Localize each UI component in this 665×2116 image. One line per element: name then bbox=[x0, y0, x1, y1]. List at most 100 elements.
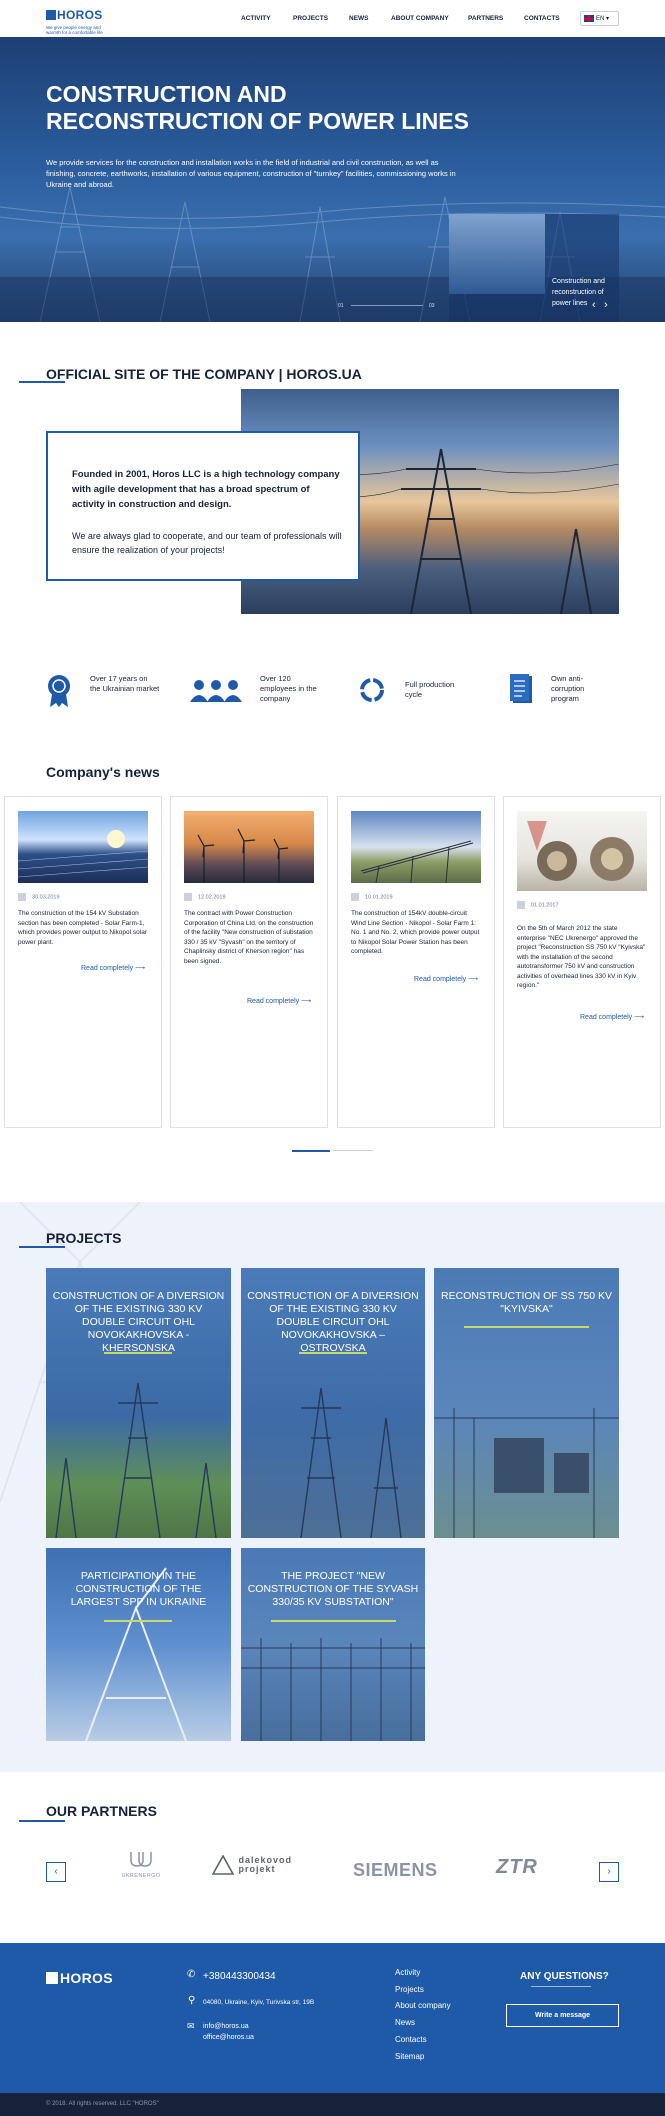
questions-heading: ANY QUESTIONS? bbox=[520, 1971, 609, 1982]
project-title: THE PROJECT "NEW CONSTRUCTION OF THE SYV… bbox=[247, 1570, 419, 1608]
project-tile[interactable]: RECONSTRUCTION OF SS 750 KV "KYIVSKA" bbox=[434, 1268, 619, 1538]
hero-description: We provide services for the construction… bbox=[46, 158, 456, 189]
about-bold-text: Founded in 2001, Horos LLC is a high tec… bbox=[72, 469, 340, 510]
about-title: OFFICIAL SITE OF THE COMPANY | HOROS.UA bbox=[46, 366, 362, 382]
news-image bbox=[351, 811, 481, 883]
news-text: The construction of 154kV double-circuit… bbox=[351, 910, 480, 955]
write-message-button[interactable]: Write a message bbox=[506, 2004, 619, 2027]
project-title: CONSTRUCTION OF A DIVERSION OF THE EXIST… bbox=[52, 1290, 225, 1354]
location-pin-icon: ⚲ bbox=[188, 1995, 196, 2006]
footer-link-activity[interactable]: Activity bbox=[395, 1968, 420, 1977]
copyright-bar: © 2018. All rights reserved. LLC "HOROS" bbox=[0, 2093, 665, 2116]
footer-phone[interactable]: +380443300434 bbox=[203, 1971, 276, 1982]
read-more-link[interactable]: Read completely ⟶ bbox=[247, 997, 311, 1005]
partner-siemens[interactable]: SIEMENS bbox=[353, 1860, 438, 1881]
logo-mark-icon bbox=[46, 1971, 58, 1984]
project-title: RECONSTRUCTION OF SS 750 KV "KYIVSKA" bbox=[441, 1290, 612, 1315]
arrow-right-icon: ⟶ bbox=[301, 998, 312, 1005]
arrow-right-icon: ⟶ bbox=[135, 965, 146, 972]
news-text: The contract with Power Construction Cor… bbox=[184, 910, 314, 965]
nav-news[interactable]: NEWS bbox=[349, 15, 369, 22]
read-more-link[interactable]: Read completely ⟶ bbox=[580, 1013, 644, 1021]
footer-email-office[interactable]: office@horos.ua bbox=[203, 2034, 254, 2041]
feature-anticorruption: Own anti-corruption program bbox=[551, 674, 585, 703]
chevron-left-icon: ‹ bbox=[54, 1866, 58, 1877]
nav-activity[interactable]: ACTIVITY bbox=[241, 15, 271, 22]
news-text: The construction of the 154 kV Substatio… bbox=[18, 910, 147, 946]
project-tile[interactable]: CONSTRUCTION OF A DIVERSION OF THE EXIST… bbox=[241, 1268, 425, 1538]
news-card[interactable]: 10.01.2019 The construction of 154kV dou… bbox=[337, 796, 495, 1128]
medal-icon bbox=[48, 675, 70, 707]
dalekovod-logo-icon bbox=[211, 1854, 235, 1875]
project-underline bbox=[299, 1352, 367, 1354]
footer-link-projects[interactable]: Projects bbox=[395, 1985, 424, 1994]
nav-about-company[interactable]: ABOUT COMPANY bbox=[391, 15, 449, 22]
team-icon bbox=[190, 680, 242, 702]
logo-mark-icon bbox=[46, 9, 56, 20]
project-title: PARTICIPATION IN THE CONSTRUCTION OF THE… bbox=[70, 1570, 207, 1608]
news-date: 01.01.2017 bbox=[517, 901, 559, 909]
chevron-down-icon: ▾ bbox=[606, 16, 610, 23]
logo[interactable]: HOROS We give people energy and warmth f… bbox=[46, 6, 108, 35]
partner-dalekovod[interactable]: DALEKOVOD PROJEKT bbox=[211, 1854, 328, 1875]
news-pager-active[interactable] bbox=[292, 1150, 330, 1152]
section-underline bbox=[19, 1246, 65, 1248]
news-title: Company's news bbox=[46, 764, 160, 780]
language-select[interactable]: EN ▾ bbox=[580, 11, 619, 26]
feature-production: Full production cycle bbox=[405, 680, 455, 699]
footer-link-news[interactable]: News bbox=[395, 2018, 415, 2027]
footer-link-sitemap[interactable]: Sitemap bbox=[395, 2052, 424, 2061]
news-card[interactable]: 30.03.2019 The construction of the 154 k… bbox=[4, 796, 162, 1128]
nav-contacts[interactable]: CONTACTS bbox=[524, 15, 560, 22]
phone-icon: ✆ bbox=[187, 1969, 196, 1980]
section-underline bbox=[19, 1820, 65, 1822]
arrow-right-icon[interactable]: › bbox=[604, 299, 608, 311]
slide-thumbnail bbox=[449, 214, 545, 294]
nav-projects[interactable]: PROJECTS bbox=[293, 15, 328, 22]
footer-logo[interactable]: HOROS bbox=[46, 1969, 113, 1987]
cycle-icon bbox=[360, 678, 384, 702]
partner-ukrenergo[interactable]: UKRENERGO bbox=[116, 1850, 166, 1879]
partners-next-button[interactable]: › bbox=[599, 1862, 619, 1882]
project-tile[interactable]: CONSTRUCTION OF A DIVERSION OF THE EXIST… bbox=[46, 1268, 231, 1538]
uk-flag-icon bbox=[584, 15, 594, 22]
chevron-right-icon: › bbox=[607, 1866, 611, 1877]
news-date: 12.02.2019 bbox=[184, 893, 226, 901]
footer-link-contacts[interactable]: Contacts bbox=[395, 2035, 427, 2044]
project-underline bbox=[464, 1326, 589, 1328]
arrow-right-icon: ⟶ bbox=[468, 976, 479, 983]
copyright-text: © 2018. All rights reserved. LLC "HOROS" bbox=[46, 2101, 159, 2107]
project-tile[interactable]: THE PROJECT "NEW CONSTRUCTION OF THE SYV… bbox=[241, 1548, 425, 1741]
footer-link-about[interactable]: About company bbox=[395, 2001, 451, 2010]
news-image bbox=[18, 811, 148, 883]
read-more-link[interactable]: Read completely ⟶ bbox=[414, 975, 478, 983]
project-underline bbox=[104, 1620, 172, 1622]
partners-prev-button[interactable]: ‹ bbox=[46, 1862, 66, 1882]
section-underline bbox=[19, 381, 65, 383]
arrow-right-icon: ⟶ bbox=[634, 1014, 645, 1021]
read-more-link[interactable]: Read completely ⟶ bbox=[81, 964, 145, 972]
site-header: HOROS We give people energy and warmth f… bbox=[0, 0, 665, 37]
nav-partners[interactable]: PARTNERS bbox=[468, 15, 503, 22]
project-underline bbox=[271, 1620, 396, 1622]
news-date: 30.03.2019 bbox=[18, 893, 60, 901]
news-card[interactable]: 12.02.2019 The contract with Power Const… bbox=[170, 796, 328, 1128]
calendar-icon bbox=[184, 893, 192, 901]
news-card[interactable]: 01.01.2017 On the 5th of March 2012 the … bbox=[503, 796, 661, 1128]
logo-tagline: We give people energy and warmth for a c… bbox=[46, 25, 103, 35]
partner-ztr[interactable]: ZTR bbox=[496, 1856, 538, 1879]
news-pager[interactable] bbox=[333, 1150, 373, 1151]
news-image bbox=[517, 811, 647, 891]
hero-slider: CONSTRUCTION AND RECONSTRUCTION OF POWER… bbox=[0, 37, 665, 322]
document-icon bbox=[510, 674, 532, 703]
arrow-left-icon[interactable]: ‹ bbox=[592, 299, 596, 311]
questions-underline bbox=[531, 1986, 591, 1987]
news-image bbox=[184, 811, 314, 883]
footer-email-info[interactable]: info@horos.ua bbox=[203, 2023, 249, 2030]
project-tile[interactable]: PARTICIPATION IN THE CONSTRUCTION OF THE… bbox=[46, 1548, 231, 1741]
about-card: Founded in 2001, Horos LLC is a high tec… bbox=[46, 431, 360, 581]
slide-counter-total: 03 bbox=[429, 303, 435, 309]
news-date: 10.01.2019 bbox=[351, 893, 393, 901]
mail-icon: ✉ bbox=[187, 2021, 195, 2031]
feature-employees: Over 120 employees in the company bbox=[260, 674, 317, 703]
